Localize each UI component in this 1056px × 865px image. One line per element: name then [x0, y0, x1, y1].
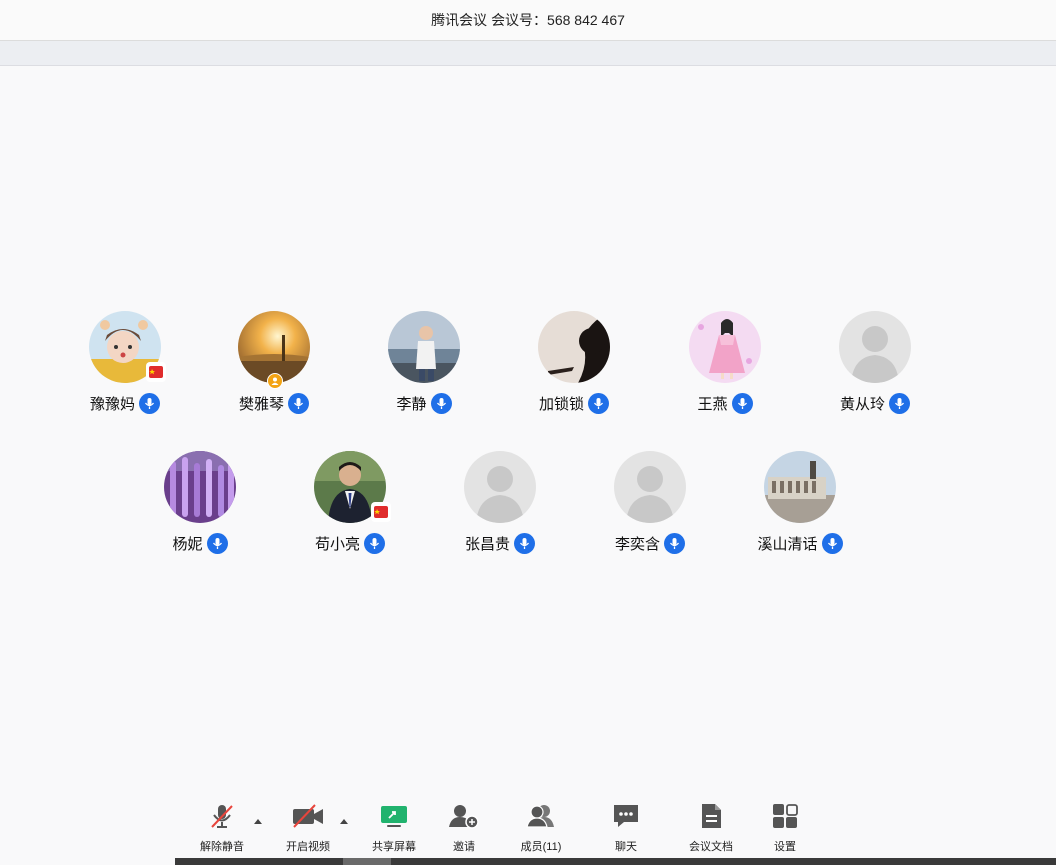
- members-icon: [525, 802, 557, 830]
- meeting-toolbar: 解除静音 开启视频 共享屏幕 邀请 成员(11) 聊天 会议文档 设置: [0, 796, 1056, 858]
- members-label: 成员(11): [520, 841, 562, 853]
- participant-tile[interactable]: 张昌贵: [425, 451, 575, 561]
- microphone-icon[interactable]: [139, 392, 160, 414]
- default-avatar-icon: [464, 451, 536, 523]
- microphone-icon[interactable]: [588, 392, 609, 414]
- participant-name: 李奕含: [614, 535, 660, 553]
- chat-button[interactable]: 聊天: [591, 802, 661, 854]
- microphone-icon[interactable]: [664, 532, 685, 554]
- participant-name: 樊雅琴: [238, 395, 284, 413]
- share-screen-icon: [379, 802, 409, 830]
- participant-tile[interactable]: 黄从玲: [800, 311, 950, 421]
- default-avatar-icon: [839, 311, 911, 383]
- invite-label: 邀请: [453, 841, 475, 853]
- chat-label: 聊天: [615, 841, 637, 853]
- share-screen-button[interactable]: 共享屏幕: [359, 802, 429, 854]
- microphone-icon[interactable]: [821, 532, 843, 554]
- participants-gallery: 豫豫妈 樊雅琴 李静 加锁锁 王燕 黄从玲 杨妮 苟小亮 张昌贵 李奕含 溪山清…: [0, 66, 1056, 796]
- unmute-label: 解除静音: [200, 841, 244, 853]
- avatar: [689, 311, 761, 383]
- microphone-icon[interactable]: [514, 532, 535, 554]
- participant-tile[interactable]: 苟小亮: [275, 451, 425, 561]
- microphone-icon[interactable]: [889, 392, 910, 414]
- flag-badge-icon: [371, 502, 391, 522]
- microphone-icon[interactable]: [364, 532, 385, 554]
- meeting-id: 会议号：568 842 467: [491, 12, 625, 28]
- start-video-button[interactable]: 开启视频: [273, 802, 343, 854]
- host-badge-icon: [267, 373, 283, 389]
- settings-grid-icon: [771, 802, 799, 830]
- start-video-label: 开启视频: [286, 841, 330, 853]
- add-user-icon: [448, 802, 480, 830]
- invite-button[interactable]: 邀请: [429, 802, 499, 854]
- title-bar: 腾讯会议 会议号：568 842 467: [0, 0, 1056, 41]
- participant-tile[interactable]: 王燕: [650, 311, 800, 421]
- settings-label: 设置: [774, 841, 796, 853]
- chat-bubble-icon: [611, 802, 641, 830]
- microphone-icon[interactable]: [206, 532, 228, 554]
- participant-tile[interactable]: 李奕含: [575, 451, 725, 561]
- participant-name: 王燕: [697, 395, 728, 413]
- default-avatar-icon: [614, 451, 686, 523]
- audio-options-caret-icon[interactable]: [253, 812, 263, 824]
- share-screen-label: 共享屏幕: [372, 841, 416, 853]
- meeting-docs-label: 会议文档: [689, 841, 733, 853]
- participant-tile[interactable]: 李静: [349, 311, 499, 421]
- participant-name: 溪山清话: [757, 535, 818, 553]
- participant-name: 豫豫妈: [89, 395, 135, 413]
- video-options-caret-icon[interactable]: [339, 812, 349, 824]
- participant-tile[interactable]: 溪山清话: [725, 451, 875, 561]
- meeting-docs-button[interactable]: 会议文档: [676, 802, 746, 854]
- participant-tile[interactable]: 杨妮: [125, 451, 275, 561]
- participant-name: 杨妮: [172, 535, 203, 553]
- participant-tile[interactable]: 豫豫妈: [50, 311, 200, 421]
- microphone-icon[interactable]: [731, 392, 753, 414]
- unmute-button[interactable]: 解除静音: [187, 802, 257, 854]
- sub-toolbar: [0, 41, 1056, 66]
- flag-badge-icon: [146, 362, 166, 382]
- participant-name: 李静: [396, 395, 427, 413]
- participant-name: 加锁锁: [538, 395, 584, 413]
- document-icon: [698, 802, 724, 830]
- avatar: [538, 311, 610, 383]
- app-name: 腾讯会议: [431, 12, 488, 28]
- avatar: [764, 451, 836, 523]
- participant-name: 苟小亮: [314, 535, 360, 553]
- microphone-icon[interactable]: [288, 392, 309, 414]
- avatar: [388, 311, 460, 383]
- participant-name: 黄从玲: [839, 395, 885, 413]
- camera-off-icon: [291, 802, 325, 830]
- participant-tile[interactable]: 加锁锁: [499, 311, 649, 421]
- members-button[interactable]: 成员(11): [506, 802, 576, 854]
- taskbar-thumb: [343, 858, 391, 865]
- participant-tile[interactable]: 樊雅琴: [199, 311, 349, 421]
- taskbar-strip: [175, 858, 1056, 865]
- avatar: [164, 451, 236, 523]
- settings-button[interactable]: 设置: [750, 802, 820, 854]
- muted-microphone-icon: [208, 802, 236, 830]
- microphone-icon[interactable]: [430, 392, 452, 414]
- participant-name: 张昌贵: [464, 535, 510, 553]
